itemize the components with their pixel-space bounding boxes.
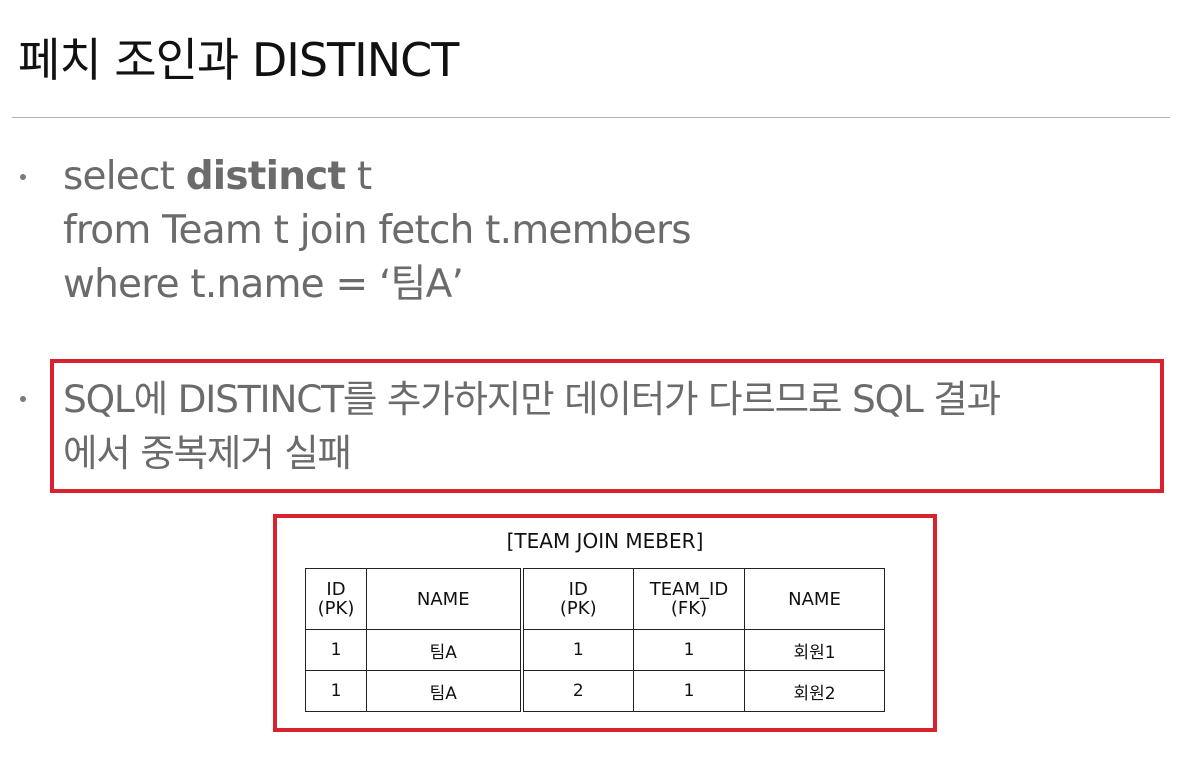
cell-member-id: 1 (519, 629, 634, 671)
distinct-note: SQL에 DISTINCT를 추가하지만 데이터가 다르므로 SQL 결과 에서… (63, 372, 1001, 480)
header-team-name: NAME (366, 568, 522, 630)
header-team-id: ID (PK) (305, 568, 367, 630)
cell-team-id: 1 (305, 670, 367, 712)
slide-title: 페치 조인과 DISTINCT (18, 33, 459, 87)
query-line-2: from Team t join fetch t.members (63, 208, 692, 253)
header-member-team-id: TEAM_ID (FK) (633, 568, 745, 630)
distinct-note-line-2: 에서 중복제거 실패 (63, 431, 352, 475)
query-line-3: where t.name = ‘팀A’ (63, 262, 464, 307)
bullet-dot (20, 396, 26, 402)
cell-member-team-id: 1 (633, 629, 745, 671)
query-line-1: select distinct t (63, 150, 691, 204)
query-select-keyword: select (63, 154, 186, 199)
cell-member-name: 회원2 (744, 670, 885, 712)
cell-member-team-id: 1 (633, 670, 745, 712)
distinct-note-line-1: SQL에 DISTINCT를 추가하지만 데이터가 다르므로 SQL 결과 (63, 377, 1001, 421)
cell-team-name: 팀A (366, 670, 522, 712)
cell-team-name: 팀A (366, 629, 522, 671)
table-header-row: ID (PK) NAME ID (PK) TEAM_ID (FK) NAME (305, 568, 885, 630)
table-caption: [TEAM JOIN MEBER] (506, 529, 704, 553)
cell-member-id: 2 (519, 670, 634, 712)
join-result-table: ID (PK) NAME ID (PK) TEAM_ID (FK) NAME 1… (305, 568, 885, 712)
table-row: 1 팀A 2 1 회원2 (305, 670, 885, 712)
bullet-dot (20, 174, 26, 180)
jpql-query: select distinct t from Team t join fetch… (63, 150, 692, 312)
header-member-id: ID (PK) (519, 568, 634, 630)
table-row: 1 팀A 1 1 회원1 (305, 629, 885, 671)
title-divider (12, 117, 1170, 118)
query-distinct-keyword: distinct (185, 154, 346, 199)
cell-team-id: 1 (305, 629, 367, 671)
query-select-alias: t (345, 154, 372, 199)
header-member-name: NAME (744, 568, 885, 630)
cell-member-name: 회원1 (744, 629, 885, 671)
join-result-figure: [TEAM JOIN MEBER] ID (PK) NAME ID (PK) T… (273, 514, 937, 732)
